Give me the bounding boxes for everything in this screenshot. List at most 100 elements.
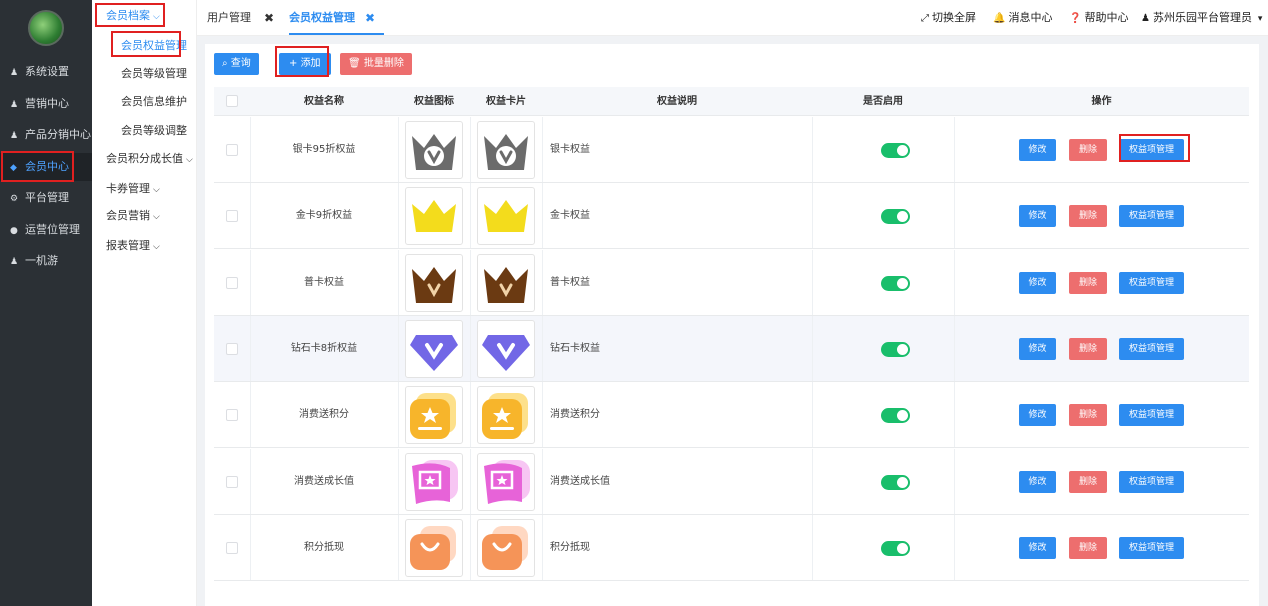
gear-icon: ⚙ <box>10 194 19 204</box>
user-icon: ♟ <box>10 68 19 78</box>
enable-switch[interactable] <box>881 408 910 424</box>
submenu-item-levels[interactable]: 会员等级管理 <box>92 61 197 87</box>
delete-button[interactable]: 删除 <box>1069 536 1107 559</box>
row-checkbox[interactable] <box>226 409 238 422</box>
sidebar-item-one-tour[interactable]: ♟ 一机游 <box>0 247 92 275</box>
diamond-badge-icon[interactable] <box>477 319 535 378</box>
chevron-down-icon: ⌵ <box>186 155 193 165</box>
star-ticket-icon[interactable] <box>477 386 535 445</box>
enable-switch[interactable] <box>881 209 910 225</box>
silver-crown-icon[interactable] <box>477 121 535 179</box>
search-icon: ⌕ <box>222 58 231 69</box>
main-sidebar: ♟ 系统设置 ♟ 营销中心 ♟ 产品分销中心 ◆ 会员中心 ⚙ 平台管理 ● 运营位管理 ♟… <box>0 0 92 606</box>
manage-benefit-items-button[interactable]: 权益项管理 <box>1119 139 1184 161</box>
submenu-group-coupons[interactable]: 卡券管理 ⌵ <box>92 176 197 202</box>
enable-switch[interactable] <box>881 540 910 556</box>
fullscreen-button[interactable]: ⤢ 切换全屏 <box>921 0 976 36</box>
sidebar-item-distribution[interactable]: ♟ 产品分销中心 <box>0 121 92 149</box>
close-icon[interactable]: ✖ <box>365 0 375 36</box>
table-row: 消费送积分 消费送积分 修改 删除 权益项管理 <box>214 382 1249 449</box>
manage-benefit-items-button[interactable]: 权益项管理 <box>1119 271 1184 294</box>
close-icon[interactable]: ✖ <box>264 0 274 36</box>
bronze-crown-icon[interactable] <box>477 253 535 312</box>
messages-button[interactable]: 🔔 消息中心 <box>993 0 1052 36</box>
edit-button[interactable]: 修改 <box>1019 205 1056 228</box>
enable-switch[interactable] <box>881 275 910 291</box>
sidebar-item-operation[interactable]: ● 运营位管理 <box>0 216 92 244</box>
shopping-bag-icon[interactable] <box>405 518 463 577</box>
sidebar-item-member-center[interactable]: ◆ 会员中心 <box>0 153 92 181</box>
submenu-item-info[interactable]: 会员信息维护 <box>92 89 197 115</box>
query-button[interactable]: ⌕ 查询 <box>214 53 259 75</box>
benefit-description: 钻石卡权益 <box>550 342 600 354</box>
row-checkbox[interactable] <box>226 342 238 355</box>
enable-switch[interactable] <box>881 474 910 490</box>
edit-button[interactable]: 修改 <box>1019 337 1056 360</box>
edit-button[interactable]: 修改 <box>1019 271 1056 294</box>
column-header: 权益说明 <box>657 96 697 107</box>
submenu-group-marketing[interactable]: 会员营销 ⌵ <box>92 203 197 229</box>
user-icon: ♟ <box>1141 13 1150 24</box>
enable-switch[interactable] <box>881 143 910 158</box>
add-button[interactable]: + 添加 <box>279 53 331 75</box>
submenu-item-level-adjust[interactable]: 会员等级调整 <box>92 118 197 144</box>
edit-button[interactable]: 修改 <box>1019 470 1056 493</box>
star-flag-icon[interactable] <box>405 452 463 511</box>
row-checkbox[interactable] <box>226 210 238 223</box>
delete-button[interactable]: 删除 <box>1069 337 1107 360</box>
help-button[interactable]: ❓ 帮助中心 <box>1069 0 1128 36</box>
delete-button[interactable]: 删除 <box>1069 271 1107 294</box>
tab-user-management[interactable]: 用户管理 <box>207 0 251 36</box>
manage-benefit-items-button[interactable]: 权益项管理 <box>1119 404 1184 427</box>
chevron-down-icon: ⌵ <box>153 212 160 222</box>
delete-button[interactable]: 删除 <box>1069 470 1107 493</box>
edit-button[interactable]: 修改 <box>1019 536 1056 559</box>
diamond-badge-icon[interactable] <box>405 319 463 378</box>
silver-crown-icon[interactable] <box>405 121 463 179</box>
sidebar-item-marketing[interactable]: ♟ 营销中心 <box>0 90 92 118</box>
sidebar-item-platform[interactable]: ⚙ 平台管理 <box>0 184 92 212</box>
star-ticket-icon[interactable] <box>405 386 463 445</box>
avatar[interactable] <box>28 10 64 46</box>
column-header: 操作 <box>1091 96 1112 107</box>
benefit-name: 银卡95折权益 <box>292 144 356 155</box>
benefit-description: 消费送积分 <box>550 409 600 421</box>
gold-crown-icon[interactable] <box>405 187 463 246</box>
edit-button[interactable]: 修改 <box>1019 139 1056 161</box>
delete-button[interactable]: 删除 <box>1069 404 1107 427</box>
batch-delete-button[interactable]: 🗑 批量删除 <box>340 53 412 75</box>
user-icon: ♟ <box>10 257 19 267</box>
manage-benefit-items-button[interactable]: 权益项管理 <box>1119 205 1184 228</box>
gold-crown-icon[interactable] <box>477 187 535 246</box>
submenu-item-benefits[interactable]: 会员权益管理 <box>92 33 197 59</box>
column-header: 是否启用 <box>863 96 903 107</box>
benefit-name: 积分抵现 <box>304 541 344 553</box>
table-header: 权益名称 权益图标 权益卡片 权益说明 是否启用 操作 <box>214 87 1249 116</box>
submenu-group-member-archive[interactable]: 会员档案 ⌵ <box>92 3 197 29</box>
user-icon: ♟ <box>10 100 19 110</box>
edit-button[interactable]: 修改 <box>1019 404 1056 427</box>
manage-benefit-items-button[interactable]: 权益项管理 <box>1119 536 1184 559</box>
row-checkbox[interactable] <box>226 144 238 156</box>
delete-button[interactable]: 删除 <box>1069 205 1107 228</box>
column-header: 权益卡片 <box>486 96 526 107</box>
submenu-group-reports[interactable]: 报表管理 ⌵ <box>92 233 197 259</box>
row-checkbox[interactable] <box>226 541 238 554</box>
select-all-checkbox[interactable] <box>226 95 238 107</box>
row-checkbox[interactable] <box>226 276 238 289</box>
active-tab-indicator <box>289 33 384 35</box>
enable-switch[interactable] <box>881 341 910 357</box>
manage-benefit-items-button[interactable]: 权益项管理 <box>1119 470 1184 493</box>
sidebar-item-system-settings[interactable]: ♟ 系统设置 <box>0 58 92 86</box>
user-menu[interactable]: ♟ 苏州乐园平台管理员 ▾ <box>1141 0 1262 36</box>
chevron-down-icon: ⌵ <box>153 12 160 22</box>
tab-member-benefits[interactable]: 会员权益管理 <box>289 0 355 36</box>
submenu-group-points[interactable]: 会员积分成长值 ⌵ <box>92 146 197 172</box>
expand-icon: ⤢ <box>921 13 929 24</box>
delete-button[interactable]: 删除 <box>1069 139 1107 161</box>
bronze-crown-icon[interactable] <box>405 253 463 312</box>
manage-benefit-items-button[interactable]: 权益项管理 <box>1119 337 1184 360</box>
star-flag-icon[interactable] <box>477 452 535 511</box>
shopping-bag-icon[interactable] <box>477 518 535 577</box>
row-checkbox[interactable] <box>226 475 238 488</box>
